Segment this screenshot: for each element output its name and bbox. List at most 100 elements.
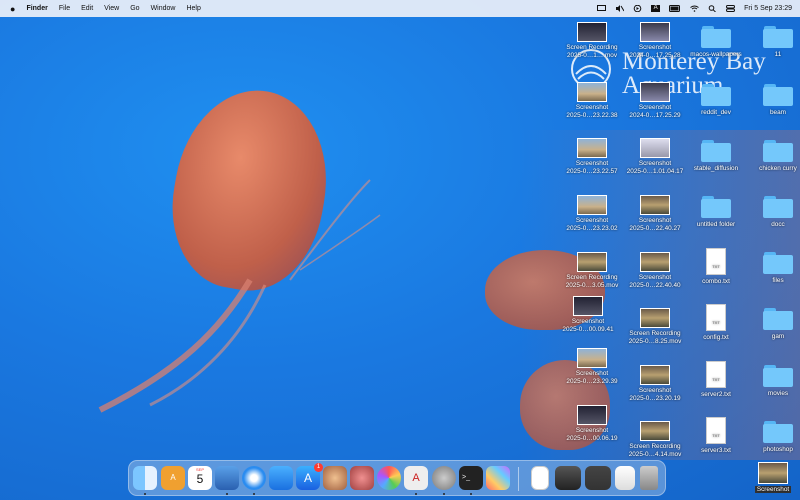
desktop-item[interactable]: Screenshot 2024-0…17.25.28	[623, 22, 687, 60]
folder-icon	[701, 196, 731, 218]
text-file-icon: TXT	[706, 361, 726, 388]
desktop-item[interactable]: Screen Recording 2025-0…4.14.mov	[623, 421, 687, 459]
folder-icon	[763, 196, 793, 218]
desktop[interactable]: Monterey Bay Aquarium ● Finder File Edit…	[0, 0, 800, 500]
desktop-item-label: Screenshot 2025-0…00.06.19	[566, 427, 618, 442]
desktop-item-label: Screenshot 2025-0…22.40.27	[629, 217, 681, 232]
screenshot-window-icon[interactable]	[615, 466, 635, 490]
thumbnail	[640, 308, 670, 328]
mute-icon[interactable]	[615, 5, 625, 12]
photos-icon[interactable]	[377, 466, 401, 490]
desktop-item-label: beam	[770, 109, 786, 116]
menu-app-name[interactable]: Finder	[26, 5, 47, 12]
desktop-item[interactable]: docc	[746, 196, 800, 229]
desktop-item-label: Screenshot 2025-0…23.23.02	[566, 217, 618, 232]
desktop-item[interactable]: gam	[746, 308, 800, 341]
desktop-item[interactable]: TXT combo.txt	[684, 248, 748, 286]
desktop-item-label: Screenshot 2025-0…22.40.40	[629, 274, 681, 289]
desktop-item[interactable]: Screen Recording 2025-0…8.25.mov	[623, 308, 687, 346]
desktop-item-label: Screen Recording 2025-0…4.14.mov	[628, 443, 682, 458]
desktop-item[interactable]: photoshop	[746, 421, 800, 454]
desktop-item[interactable]: macos-wallpapers	[684, 26, 748, 59]
desktop-item[interactable]: 11	[746, 26, 800, 59]
desktop-item[interactable]: TXT config.txt	[684, 304, 748, 342]
desktop-item[interactable]: Screenshot 2025-0…23.20.19	[623, 365, 687, 403]
desktop-item[interactable]: movies	[746, 365, 800, 398]
folder-icon	[701, 140, 731, 162]
folder-icon	[701, 26, 731, 48]
desktop-item-label: server2.txt	[701, 391, 731, 398]
desktop-item[interactable]: TXT server2.txt	[684, 361, 748, 399]
thumbnail	[577, 195, 607, 215]
dictionary-icon[interactable]: A	[161, 466, 185, 490]
settings-icon[interactable]	[432, 466, 456, 490]
apple-menu-icon[interactable]: ●	[10, 4, 15, 14]
text-file-icon: TXT	[706, 304, 726, 331]
game-icon[interactable]	[350, 466, 374, 490]
input-source-icon[interactable]: A	[651, 5, 661, 12]
trash-icon[interactable]	[640, 466, 658, 490]
xcode-icon[interactable]	[215, 466, 239, 490]
game-icon[interactable]	[323, 466, 347, 490]
terminal-icon[interactable]: >_	[459, 466, 483, 490]
calendar-icon[interactable]: SEP 5	[188, 466, 212, 490]
control-center-icon[interactable]	[726, 5, 736, 12]
menu-view[interactable]: View	[104, 5, 119, 12]
desktop-item-label: Screenshot 2025-0…23.22.57	[566, 160, 618, 175]
menu-file[interactable]: File	[59, 5, 70, 12]
thumbnail	[640, 82, 670, 102]
menu-help[interactable]: Help	[186, 5, 200, 12]
thumbnail	[577, 82, 607, 102]
menu-edit[interactable]: Edit	[81, 5, 93, 12]
document-icon[interactable]	[531, 466, 549, 490]
desktop-item[interactable]: Screenshot 2025-0…23.29.39	[560, 348, 624, 386]
desktop-item[interactable]: Screenshot	[741, 462, 800, 494]
search-icon[interactable]	[708, 5, 717, 13]
desktop-item[interactable]: files	[746, 252, 800, 285]
screenshot-window-icon[interactable]	[555, 466, 581, 490]
desktop-item[interactable]: Screenshot 2025-0…22.40.27	[623, 195, 687, 233]
desktop-item[interactable]: Screenshot 2025-0…23.22.38	[560, 82, 624, 120]
desktop-item[interactable]: Screen Recording 2025-0…3.05.mov	[560, 252, 624, 290]
desktop-item-label: Screenshot	[754, 486, 792, 493]
finder-icon[interactable]	[133, 466, 157, 490]
desktop-item[interactable]: untitled folder	[684, 196, 748, 229]
thumbnail	[577, 138, 607, 158]
launchpad-icon[interactable]	[486, 466, 510, 490]
desktop-item[interactable]: TXT server3.txt	[684, 417, 748, 455]
app-store-icon[interactable]: A1	[296, 463, 323, 490]
play-icon[interactable]	[633, 4, 642, 13]
clock[interactable]: Fri 5 Sep 23:29	[744, 5, 792, 12]
desktop-item-label: stable_diffusion	[693, 165, 739, 172]
folder-icon	[763, 140, 793, 162]
desktop-item[interactable]: beam	[746, 84, 800, 117]
desktop-item[interactable]: Screenshot 2025-0…22.40.40	[623, 252, 687, 290]
desktop-item[interactable]: Screenshot 2025-0…1.01.04.17	[623, 138, 687, 176]
desktop-item-label: Screenshot 2025-0…23.29.39	[566, 370, 618, 385]
screen-mirroring-icon[interactable]	[597, 5, 607, 12]
wifi-icon[interactable]	[690, 5, 699, 12]
folder-icon	[763, 421, 793, 443]
font-book-icon[interactable]: A	[404, 466, 428, 490]
desktop-item-label: Screenshot 2025-0…1.01.04.17	[626, 160, 684, 175]
desktop-item-label: photoshop	[763, 446, 793, 453]
desktop-item-label: Screenshot 2024-0…17.25.28	[629, 44, 681, 59]
desktop-item[interactable]: Screenshot 2025-0…00.06.19	[560, 405, 624, 443]
battery-icon[interactable]	[669, 5, 681, 12]
desktop-item[interactable]: Screen Recording 2025-0…1….mov	[560, 22, 624, 60]
desktop-item[interactable]: reddit_dev	[684, 84, 748, 117]
desktop-item[interactable]: Screenshot 2024-0…17.25.29	[623, 82, 687, 120]
desktop-item[interactable]: Screenshot 2025-0…23.22.57	[560, 138, 624, 176]
menu-window[interactable]: Window	[151, 5, 176, 12]
desktop-item[interactable]: chicken curry	[746, 140, 800, 173]
screenshot-window-icon[interactable]	[585, 466, 611, 490]
desktop-item[interactable]: Screenshot 2025-0…23.23.02	[560, 195, 624, 233]
mail-icon[interactable]	[269, 466, 293, 490]
desktop-item[interactable]: stable_diffusion	[684, 140, 748, 173]
desktop-item-label: Screenshot 2025-0…23.20.19	[629, 387, 681, 402]
safari-icon[interactable]	[242, 466, 266, 490]
desktop-item[interactable]: Screenshot 2025-0…00.09.41	[556, 296, 620, 334]
menu-go[interactable]: Go	[130, 5, 139, 12]
dock-separator	[518, 467, 519, 491]
desktop-item-label: Screen Recording 2025-0…8.25.mov	[628, 330, 682, 345]
